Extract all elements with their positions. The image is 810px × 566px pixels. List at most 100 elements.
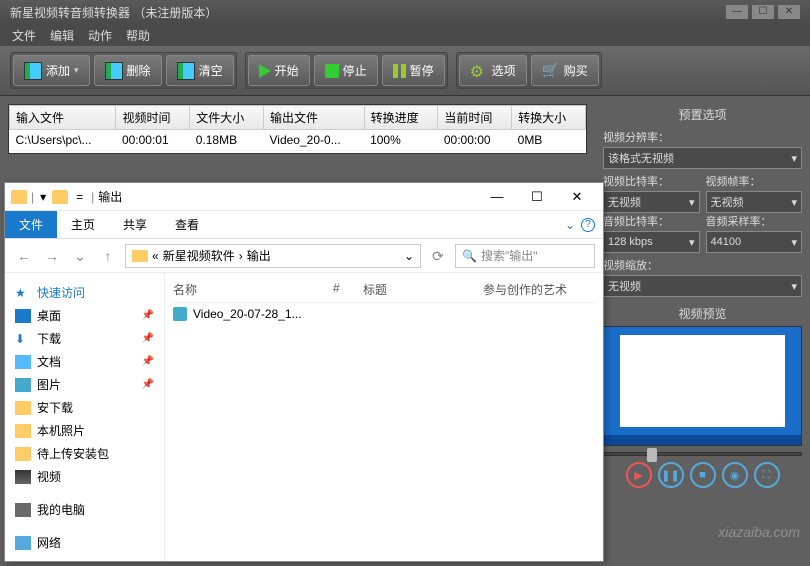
- tab-view[interactable]: 查看: [161, 211, 213, 238]
- exp-close-button[interactable]: ✕: [557, 185, 597, 209]
- stop-icon: [325, 64, 339, 78]
- vfps-label: 视频帧率：: [706, 173, 803, 189]
- tab-home[interactable]: 主页: [57, 211, 109, 238]
- start-button[interactable]: 开始: [248, 55, 310, 86]
- star-icon: ★: [15, 286, 31, 300]
- sidebar-documents[interactable]: 文档📌: [9, 350, 160, 373]
- options-button[interactable]: 选项: [459, 55, 527, 86]
- buy-button[interactable]: 购买: [531, 55, 599, 86]
- sidebar-folder[interactable]: 待上传安装包: [9, 442, 160, 465]
- preset-title: 预置选项: [603, 104, 802, 125]
- address-bar[interactable]: « 新星视频软件› 输出 ⌄: [125, 244, 421, 268]
- col-num[interactable]: #: [333, 281, 363, 298]
- help-icon[interactable]: ?: [581, 218, 595, 232]
- sidebar-desktop[interactable]: 桌面📌: [9, 304, 160, 327]
- back-button[interactable]: ←: [13, 245, 35, 267]
- sidebar-folder[interactable]: 安下载: [9, 396, 160, 419]
- pc-icon: [15, 503, 31, 517]
- col-vtime[interactable]: 视频时间: [116, 106, 190, 130]
- window-path: 输出: [98, 188, 122, 205]
- sidebar-folder[interactable]: 本机照片: [9, 419, 160, 442]
- sidebar-this-pc[interactable]: 我的电脑: [9, 498, 160, 521]
- download-icon: ⬇: [15, 332, 31, 346]
- gear-icon: [470, 62, 488, 80]
- col-csize[interactable]: 转换大小: [512, 106, 586, 130]
- vbit-select[interactable]: 无视频▾: [603, 191, 700, 213]
- pin-icon: 📌: [142, 333, 154, 344]
- picture-icon: [15, 378, 31, 392]
- folder-icon: [52, 190, 68, 204]
- expand-ribbon-icon[interactable]: ⌄: [565, 218, 575, 232]
- list-item[interactable]: Video_20-07-28_1...: [173, 303, 595, 325]
- add-button[interactable]: 添加▾: [13, 55, 90, 86]
- app-title: 新星视频转音频转换器 （未注册版本）: [10, 4, 217, 21]
- menu-action[interactable]: 动作: [88, 27, 112, 43]
- cart-icon: [542, 62, 560, 80]
- network-icon: [15, 536, 31, 550]
- abit-select[interactable]: 128 kbps▾: [603, 231, 700, 253]
- search-icon: 🔍: [462, 249, 477, 263]
- col-artist[interactable]: 参与创作的艺术: [483, 281, 595, 298]
- folder-icon: [15, 424, 31, 438]
- col-ctime[interactable]: 当前时间: [438, 106, 512, 130]
- preview-pause-button[interactable]: ❚❚: [658, 462, 684, 488]
- up-button[interactable]: ↑: [97, 245, 119, 267]
- table-row[interactable]: C:\Users\pc\... 00:00:01 0.18MB Video_20…: [10, 130, 586, 151]
- folder-icon: [15, 447, 31, 461]
- menu-edit[interactable]: 编辑: [50, 27, 74, 43]
- pin-icon: 📌: [142, 356, 154, 367]
- minimize-button[interactable]: —: [726, 5, 748, 19]
- search-input[interactable]: 🔍 搜索"输出": [455, 244, 595, 268]
- col-progress[interactable]: 转换进度: [364, 106, 438, 130]
- sidebar-network[interactable]: 网络: [9, 531, 160, 554]
- col-fsize[interactable]: 文件大小: [190, 106, 264, 130]
- folder-icon: [11, 190, 27, 204]
- audio-file-icon: [173, 307, 187, 321]
- exp-maximize-button[interactable]: ☐: [517, 185, 557, 209]
- asr-label: 音频采样率：: [706, 213, 803, 229]
- file-table: 输入文件 视频时间 文件大小 输出文件 转换进度 当前时间 转换大小 C:\Us…: [8, 104, 587, 154]
- maximize-button[interactable]: ☐: [752, 5, 774, 19]
- pause-button[interactable]: 暂停: [382, 55, 445, 86]
- pin-icon: 📌: [142, 379, 154, 390]
- seek-slider[interactable]: [603, 452, 802, 456]
- list-header: 名称 # 标题 参与创作的艺术: [173, 277, 595, 303]
- play-icon: [259, 64, 271, 78]
- zoom-select[interactable]: 无视频▾: [603, 275, 802, 297]
- menubar: 文件 编辑 动作 帮助: [0, 24, 810, 46]
- stop-button[interactable]: 停止: [314, 55, 378, 86]
- menu-file[interactable]: 文件: [12, 27, 36, 43]
- vfps-select[interactable]: 无视频▾: [706, 191, 803, 213]
- asr-select[interactable]: 44100▾: [706, 231, 803, 253]
- col-input[interactable]: 输入文件: [10, 106, 116, 130]
- preview-snap-button[interactable]: ◉: [722, 462, 748, 488]
- pause-icon: [393, 64, 406, 78]
- sidebar-downloads[interactable]: ⬇下载📌: [9, 327, 160, 350]
- col-title[interactable]: 标题: [363, 281, 483, 298]
- res-select[interactable]: 该格式无视频▾: [603, 147, 802, 169]
- exp-minimize-button[interactable]: —: [477, 185, 517, 209]
- col-output[interactable]: 输出文件: [264, 106, 365, 130]
- folder-icon: [15, 401, 31, 415]
- sidebar-pictures[interactable]: 图片📌: [9, 373, 160, 396]
- sidebar-videos[interactable]: 视频: [9, 465, 160, 488]
- menu-help[interactable]: 帮助: [126, 27, 150, 43]
- close-button[interactable]: ✕: [778, 5, 800, 19]
- sidebar-quick-access[interactable]: ★快速访问: [9, 281, 160, 304]
- forward-button[interactable]: →: [41, 245, 63, 267]
- clear-button[interactable]: 清空: [166, 55, 234, 86]
- tab-file[interactable]: 文件: [5, 211, 57, 238]
- abit-label: 音频比特率：: [603, 213, 700, 229]
- zoom-label: 视频缩放：: [603, 257, 802, 273]
- preview-play-button[interactable]: ▶: [626, 462, 652, 488]
- refresh-button[interactable]: ⟳: [427, 245, 449, 267]
- res-label: 视频分辨率：: [603, 129, 802, 145]
- preview-stop-button[interactable]: ■: [690, 462, 716, 488]
- delete-button[interactable]: 删除: [94, 55, 162, 86]
- col-name[interactable]: 名称: [173, 281, 333, 298]
- preview-full-button[interactable]: ⛶: [754, 462, 780, 488]
- preview-area: [603, 326, 802, 446]
- recent-button[interactable]: ⌄: [69, 245, 91, 267]
- toolbar: 添加▾ 删除 清空 开始 停止 暂停 选项 购买: [0, 46, 810, 96]
- tab-share[interactable]: 共享: [109, 211, 161, 238]
